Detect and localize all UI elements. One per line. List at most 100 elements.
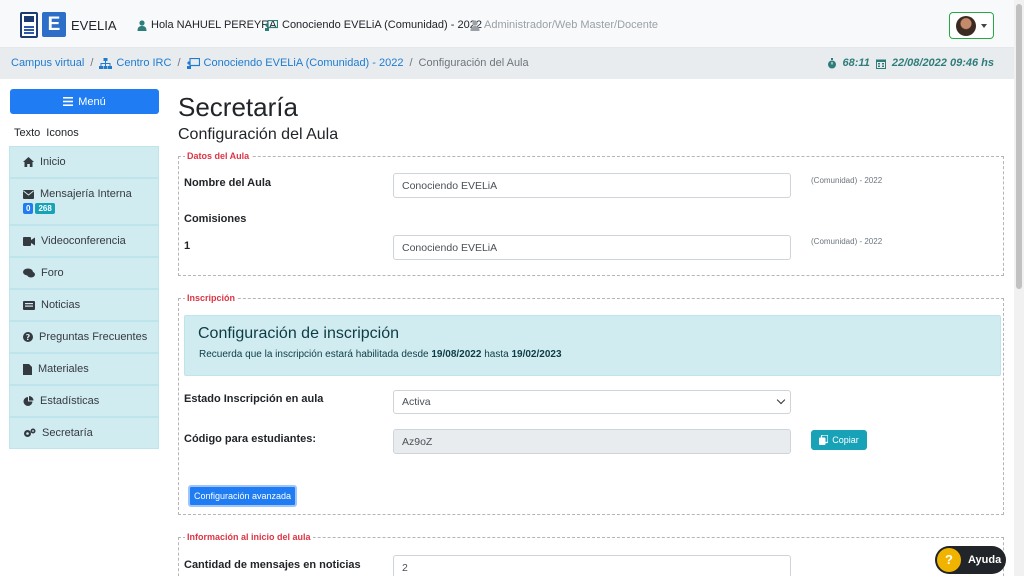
sidebar-item-noticias[interactable]: Noticias: [9, 289, 159, 321]
view-icons-option[interactable]: Iconos: [46, 127, 78, 139]
breadcrumb-label: Campus virtual: [11, 57, 85, 69]
breadcrumb: Campus virtual / Centro IRC / Conociendo…: [11, 57, 529, 69]
sidebar-item-label: Noticias: [41, 299, 81, 311]
comision-1-input[interactable]: Conociendo EVELiA: [393, 235, 791, 260]
question-icon: ?: [937, 548, 961, 572]
user-role: Administrador/Web Master/Docente: [470, 19, 658, 31]
info-text: Recuerda que la inscripción estará habil…: [199, 349, 432, 360]
file-icon: [23, 363, 32, 375]
bars-icon: [63, 97, 74, 106]
breadcrumb-separator: /: [409, 57, 413, 69]
fieldset-legend: Inscripción: [187, 293, 236, 303]
page-scrollbar[interactable]: [1014, 0, 1024, 576]
mensajes-noticias-label: Cantidad de mensajes en noticias: [184, 559, 361, 571]
fieldset-legend: Datos del Aula: [187, 151, 250, 161]
sidebar-item-preguntas[interactable]: ? Preguntas Frecuentes: [9, 321, 159, 353]
estado-inscripcion-label: Estado Inscripción en aula: [184, 393, 324, 405]
home-icon: [23, 157, 34, 167]
unread-badge: 0: [23, 203, 34, 214]
nombre-aula-hint: (Comunidad) - 2022: [811, 176, 883, 185]
breadcrumb-campus[interactable]: Campus virtual: [11, 57, 84, 69]
codigo-estudiantes-label: Código para estudiantes:: [184, 433, 317, 445]
copy-button[interactable]: Copiar: [811, 430, 867, 450]
date-from: 19/08/2022: [431, 349, 482, 360]
sitemap-icon: [99, 57, 113, 69]
fieldset-legend: Información al inicio del aula: [187, 532, 311, 542]
sidebar-item-label: Inicio: [40, 156, 66, 168]
user-greeting[interactable]: Hola NAHUEL PEREYRA: [137, 19, 277, 31]
sidebar-item-label: Secretaría: [42, 427, 93, 439]
datetime-text: 22/08/2022 09:46 hs: [891, 57, 994, 69]
svg-text:?: ?: [26, 333, 31, 342]
timer-text: 68:11: [842, 57, 870, 69]
stopwatch-icon: [827, 57, 836, 68]
avatar: [956, 16, 976, 36]
session-clock: 68:11 22/08/2022 09:46 hs: [827, 57, 994, 69]
estado-inscripcion-select[interactable]: Activa: [393, 390, 791, 414]
nombre-aula-input[interactable]: Conociendo EVELiA: [393, 173, 791, 198]
breadcrumb-course[interactable]: Conociendo EVELiA (Comunidad) - 2022: [186, 57, 404, 69]
breadcrumb-centro[interactable]: Centro IRC: [99, 57, 171, 69]
menu-label: Menú: [78, 95, 106, 108]
sidebar-item-label: Estadísticas: [40, 395, 100, 407]
sidebar-item-estadisticas[interactable]: Estadísticas: [9, 385, 159, 417]
user-icon: [137, 19, 147, 31]
sidebar-item-secretaria[interactable]: Secretaría: [9, 417, 159, 449]
course-text: Conociendo EVELiA (Comunidad) - 2022: [282, 19, 482, 31]
user-menu-button[interactable]: [949, 12, 994, 39]
cogs-icon: [24, 428, 36, 437]
breadcrumb-label: Conociendo EVELiA (Comunidad) - 2022: [203, 57, 404, 69]
info-box-text: Recuerda que la inscripción estará habil…: [199, 349, 562, 360]
select-value: Activa: [402, 396, 431, 408]
chalkboard-icon: [186, 57, 200, 69]
brand-name[interactable]: EVELIA: [71, 18, 117, 33]
sidebar-item-videoconferencia[interactable]: Videoconferencia: [9, 225, 159, 257]
evelia-logo[interactable]: E: [42, 12, 66, 37]
menu-button[interactable]: Menú: [10, 89, 159, 114]
sidebar-item-label: Foro: [41, 267, 64, 279]
comments-icon: [23, 268, 35, 278]
copy-label: Copiar: [832, 435, 859, 445]
scrollbar-thumb[interactable]: [1016, 4, 1022, 289]
pie-chart-icon: [23, 395, 34, 406]
top-navbar: E EVELIA Hola NAHUEL PEREYRA Conociendo …: [0, 0, 1014, 48]
chalkboard-icon: [265, 19, 278, 31]
sidebar-view-toggle: Texto Iconos: [14, 127, 79, 139]
calendar-icon: [875, 59, 886, 69]
institution-seal-logo[interactable]: [20, 12, 38, 38]
greeting-text: Hola NAHUEL PEREYRA: [151, 19, 277, 31]
info-box-title: Configuración de inscripción: [198, 325, 399, 342]
course-link[interactable]: Conociendo EVELiA (Comunidad) - 2022: [265, 19, 482, 31]
breadcrumb-current: Configuración del Aula: [418, 57, 529, 69]
message-badges: 0 268: [23, 203, 55, 214]
sidebar-item-materiales[interactable]: Materiales: [9, 353, 159, 385]
caret-down-icon: [981, 24, 987, 28]
help-button[interactable]: ? Ayuda: [935, 546, 1006, 574]
user-tie-icon: [470, 19, 480, 31]
breadcrumb-separator: /: [90, 57, 94, 69]
nombre-aula-label: Nombre del Aula: [184, 177, 271, 189]
mensajes-noticias-input[interactable]: 2: [393, 555, 791, 576]
sidebar-item-inicio[interactable]: Inicio: [9, 146, 159, 178]
sidebar-item-label: Preguntas Frecuentes: [39, 331, 148, 343]
breadcrumb-bar: Campus virtual / Centro IRC / Conociendo…: [0, 48, 1014, 79]
date-to: 19/02/2023: [511, 349, 562, 360]
help-label: Ayuda: [968, 554, 1002, 566]
sidebar-item-label: Videoconferencia: [41, 235, 126, 247]
sidebar-item-foro[interactable]: Foro: [9, 257, 159, 289]
page-title: Secretaría: [178, 92, 298, 122]
advanced-config-button[interactable]: Configuración avanzada: [188, 485, 297, 507]
inscripcion-info-box: Configuración de inscripción Recuerda qu…: [184, 315, 1001, 376]
envelope-icon: [23, 189, 34, 199]
sidebar-item-label: Mensajería Interna: [40, 188, 132, 200]
role-label: Administrador/Web Master/Docente: [484, 19, 659, 31]
sidebar-item-label: Materiales: [38, 363, 89, 375]
video-icon: [23, 236, 35, 246]
codigo-estudiantes-input[interactable]: Az9oZ: [393, 429, 791, 454]
copy-icon: [819, 435, 829, 445]
sidebar-nav: Inicio Mensajería Interna 0 268 Videocon…: [9, 146, 159, 449]
sidebar-item-mensajeria[interactable]: Mensajería Interna 0 268: [9, 178, 159, 225]
newspaper-icon: [23, 300, 35, 310]
breadcrumb-label: Centro IRC: [116, 57, 172, 69]
view-text-option[interactable]: Texto: [14, 127, 40, 139]
